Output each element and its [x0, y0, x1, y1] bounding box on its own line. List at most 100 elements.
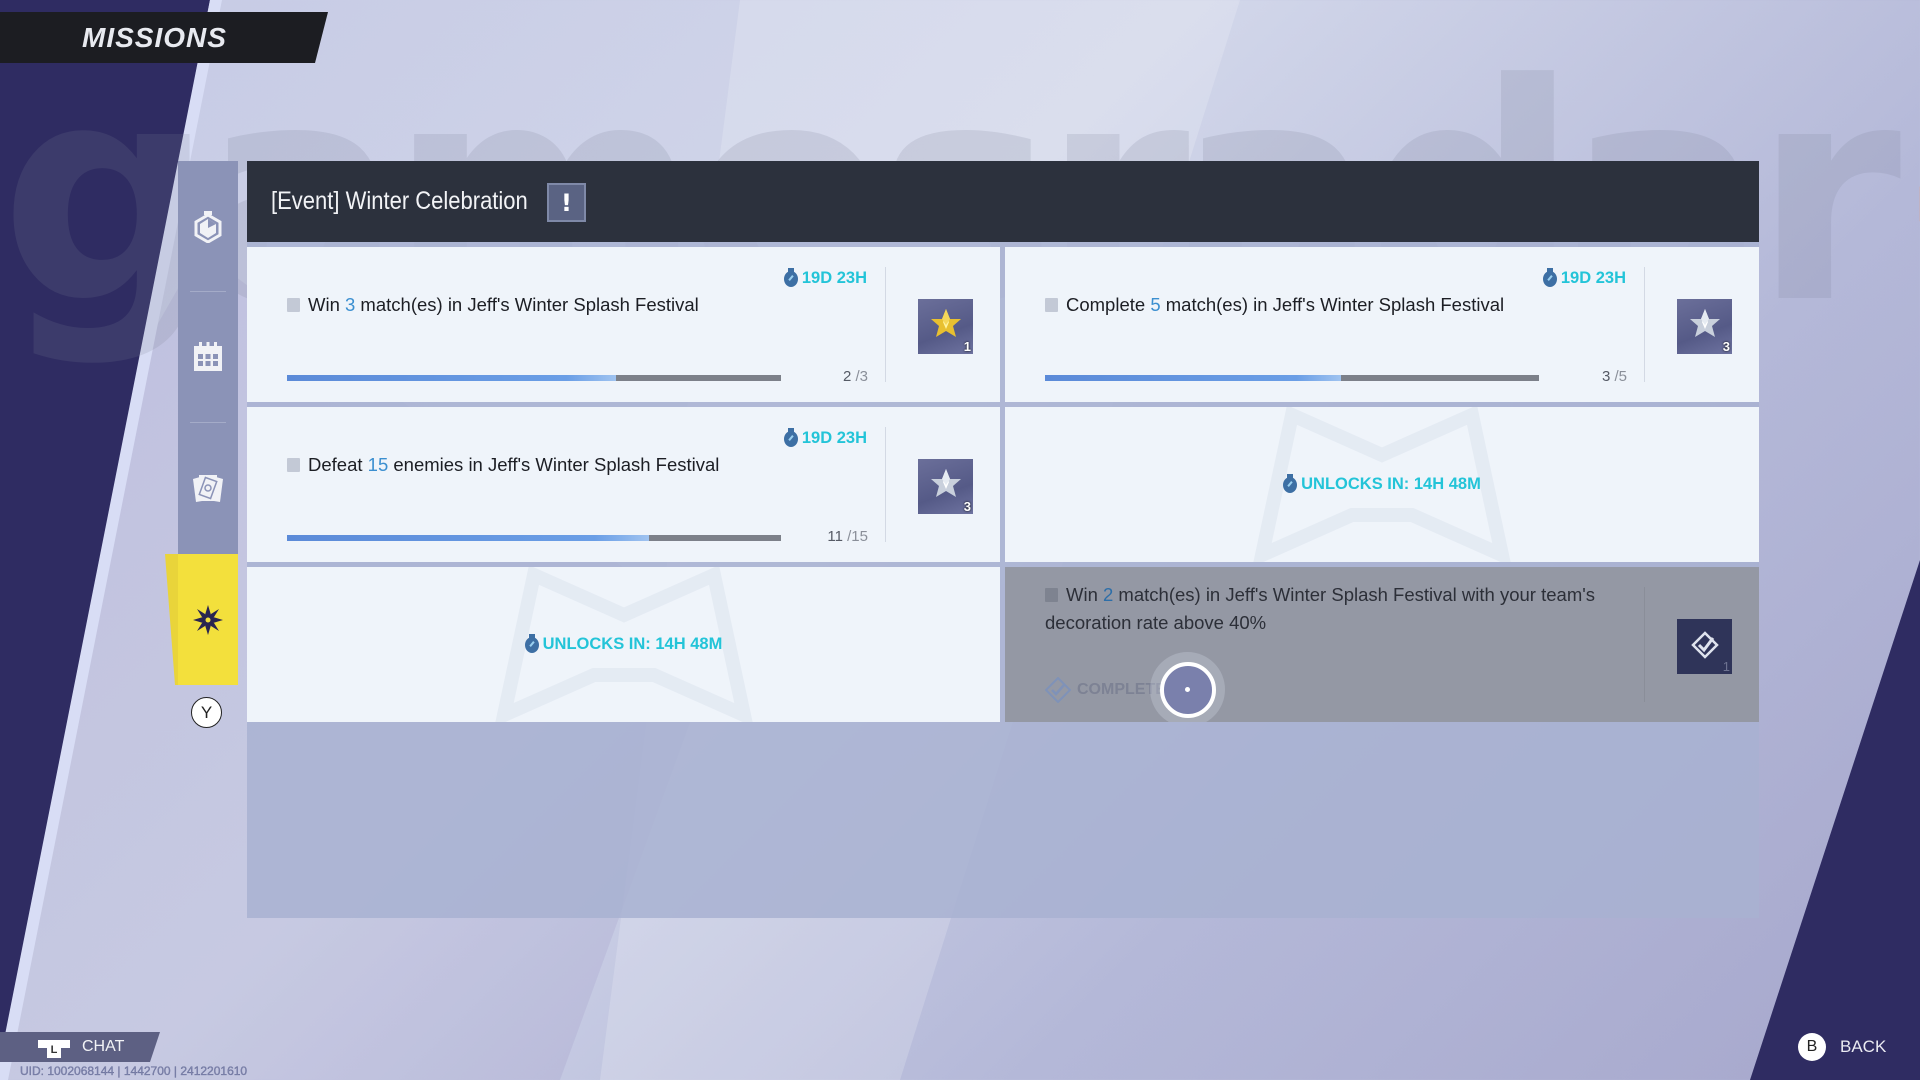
- info-button[interactable]: !: [547, 183, 586, 222]
- silver-star-icon: [931, 469, 961, 497]
- stopwatch-icon: [783, 267, 798, 287]
- page-title-banner: MISSIONS: [0, 12, 328, 63]
- y-button-hint[interactable]: Y: [191, 697, 222, 728]
- progress-total: /5: [1614, 368, 1627, 385]
- progress-count: 11 /15: [827, 528, 868, 545]
- missions-panel: [Event] Winter Celebration ! Win 3 match…: [247, 161, 1759, 918]
- sidebar-item-timed-missions[interactable]: [178, 161, 238, 291]
- reward-item[interactable]: 3: [1677, 299, 1732, 354]
- stopwatch-icon: [1283, 473, 1298, 493]
- checkmark-diamond-icon: [1691, 631, 1719, 659]
- l-button-icon: [38, 1037, 70, 1058]
- locked-mission-card: UNLOCKS IN: 14H 48M: [1005, 407, 1759, 562]
- progress-count: 3 /5: [1602, 368, 1627, 385]
- mission-card[interactable]: Defeat 15 enemies in Jeff's Winter Splas…: [247, 407, 1000, 562]
- progress-current: 2: [842, 368, 852, 385]
- back-label: BACK: [1840, 1037, 1887, 1056]
- clipboard-icon: [1045, 298, 1058, 312]
- reward-item[interactable]: 1: [918, 299, 973, 354]
- reward-item[interactable]: 3: [918, 459, 973, 514]
- progress-bar: [287, 535, 781, 541]
- clipboard-icon: [287, 298, 300, 312]
- stopwatch-hexagon-icon: [194, 211, 222, 243]
- unlock-text: UNLOCKS IN: 14H 48M: [1301, 475, 1481, 493]
- mission-description: Win 2 match(es) in Jeff's Winter Splash …: [1045, 581, 1625, 637]
- mission-timer: 19D 23H: [783, 427, 867, 448]
- reward-quantity: 3: [963, 499, 971, 514]
- unlock-timer: UNLOCKS IN: 14H 48M: [247, 633, 1000, 654]
- progress-current: 11: [827, 528, 843, 545]
- panel-header: [Event] Winter Celebration !: [247, 161, 1759, 242]
- mission-timer: 19D 23H: [783, 267, 867, 288]
- uid-text: UID: 1002068144 | 1442700 | 2412201610: [20, 1064, 248, 1078]
- progress-fill: [287, 375, 617, 381]
- watermark-plus: +: [1887, 20, 1920, 369]
- reward-quantity: 1: [1722, 659, 1730, 674]
- page-title: MISSIONS: [82, 21, 227, 53]
- mission-target: 15: [367, 454, 389, 475]
- snowflake-icon: [193, 604, 223, 635]
- checkmark-diamond-icon: [1045, 677, 1071, 703]
- clipboard-icon: [1045, 588, 1058, 602]
- divider: [1644, 267, 1645, 382]
- progress-bar: [1045, 375, 1539, 381]
- divider: [885, 427, 886, 542]
- mission-category-sidebar: [178, 161, 238, 685]
- back-button[interactable]: B BACK: [1798, 1033, 1886, 1061]
- timer-text: 19D 23H: [801, 429, 867, 447]
- timer-text: 19D 23H: [801, 269, 867, 287]
- sidebar-item-card-missions[interactable]: [178, 423, 238, 553]
- progress-total: /15: [847, 528, 868, 545]
- mission-timer: 19D 23H: [1542, 267, 1626, 288]
- controller-cursor: [1150, 652, 1225, 722]
- divider: [885, 267, 886, 382]
- reward-quantity: 3: [1722, 339, 1730, 354]
- stopwatch-icon: [524, 633, 539, 653]
- mission-text: Win: [308, 294, 345, 315]
- mission-card[interactable]: Win 3 match(es) in Jeff's Winter Splash …: [247, 247, 1000, 402]
- mission-text: match(es) in Jeff's Winter Splash Festiv…: [355, 294, 699, 315]
- cursor-dot: [1185, 687, 1190, 692]
- mission-description: Win 3 match(es) in Jeff's Winter Splash …: [287, 291, 847, 319]
- progress-bar: [287, 375, 781, 381]
- mission-target: 2: [1103, 584, 1114, 605]
- progress-fill: [287, 535, 650, 541]
- mission-card[interactable]: Complete 5 match(es) in Jeff's Winter Sp…: [1005, 247, 1759, 402]
- mission-target: 5: [1150, 294, 1161, 315]
- mission-target: 3: [345, 294, 356, 315]
- unlock-timer: UNLOCKS IN: 14H 48M: [1005, 473, 1759, 494]
- progress-count: 2 /3: [843, 368, 868, 385]
- mission-text: Defeat: [308, 454, 368, 475]
- reward-quantity: 1: [963, 339, 971, 354]
- progress-current: 3: [1601, 368, 1611, 385]
- locked-mission-card: UNLOCKS IN: 14H 48M: [247, 567, 1000, 722]
- completed-mission-card[interactable]: Win 2 match(es) in Jeff's Winter Splash …: [1005, 567, 1759, 722]
- sidebar-item-daily-missions[interactable]: [178, 292, 238, 422]
- silver-star-icon: [1690, 309, 1720, 337]
- mission-text: match(es) in Jeff's Winter Splash Festiv…: [1045, 584, 1596, 633]
- mission-text: enemies in Jeff's Winter Splash Festival: [388, 454, 720, 475]
- sidebar-item-event-missions[interactable]: [178, 554, 238, 685]
- unlock-text: UNLOCKS IN: 14H 48M: [542, 635, 723, 653]
- stopwatch-icon: [1542, 267, 1557, 287]
- gold-star-icon: [931, 309, 961, 337]
- reward-item[interactable]: 1: [1677, 619, 1732, 674]
- event-title: [Event] Winter Celebration: [271, 187, 528, 215]
- timer-text: 19D 23H: [1560, 269, 1626, 287]
- mission-description: Defeat 15 enemies in Jeff's Winter Splas…: [287, 451, 847, 479]
- chat-button[interactable]: CHAT: [0, 1032, 160, 1062]
- progress-total: /3: [855, 368, 868, 385]
- cards-icon: [193, 475, 223, 502]
- calendar-icon: [194, 342, 222, 371]
- stopwatch-icon: [783, 427, 798, 447]
- mission-description: Complete 5 match(es) in Jeff's Winter Sp…: [1045, 291, 1605, 319]
- clipboard-icon: [287, 458, 300, 472]
- chat-label: CHAT: [82, 1038, 125, 1055]
- cursor-inner: [1159, 661, 1216, 718]
- mission-text: Complete: [1066, 294, 1151, 315]
- mission-text: Win: [1066, 584, 1103, 605]
- mission-text: match(es) in Jeff's Winter Splash Festiv…: [1160, 294, 1505, 315]
- progress-fill: [1045, 375, 1342, 381]
- b-button-icon: B: [1798, 1033, 1826, 1061]
- divider: [1644, 587, 1645, 702]
